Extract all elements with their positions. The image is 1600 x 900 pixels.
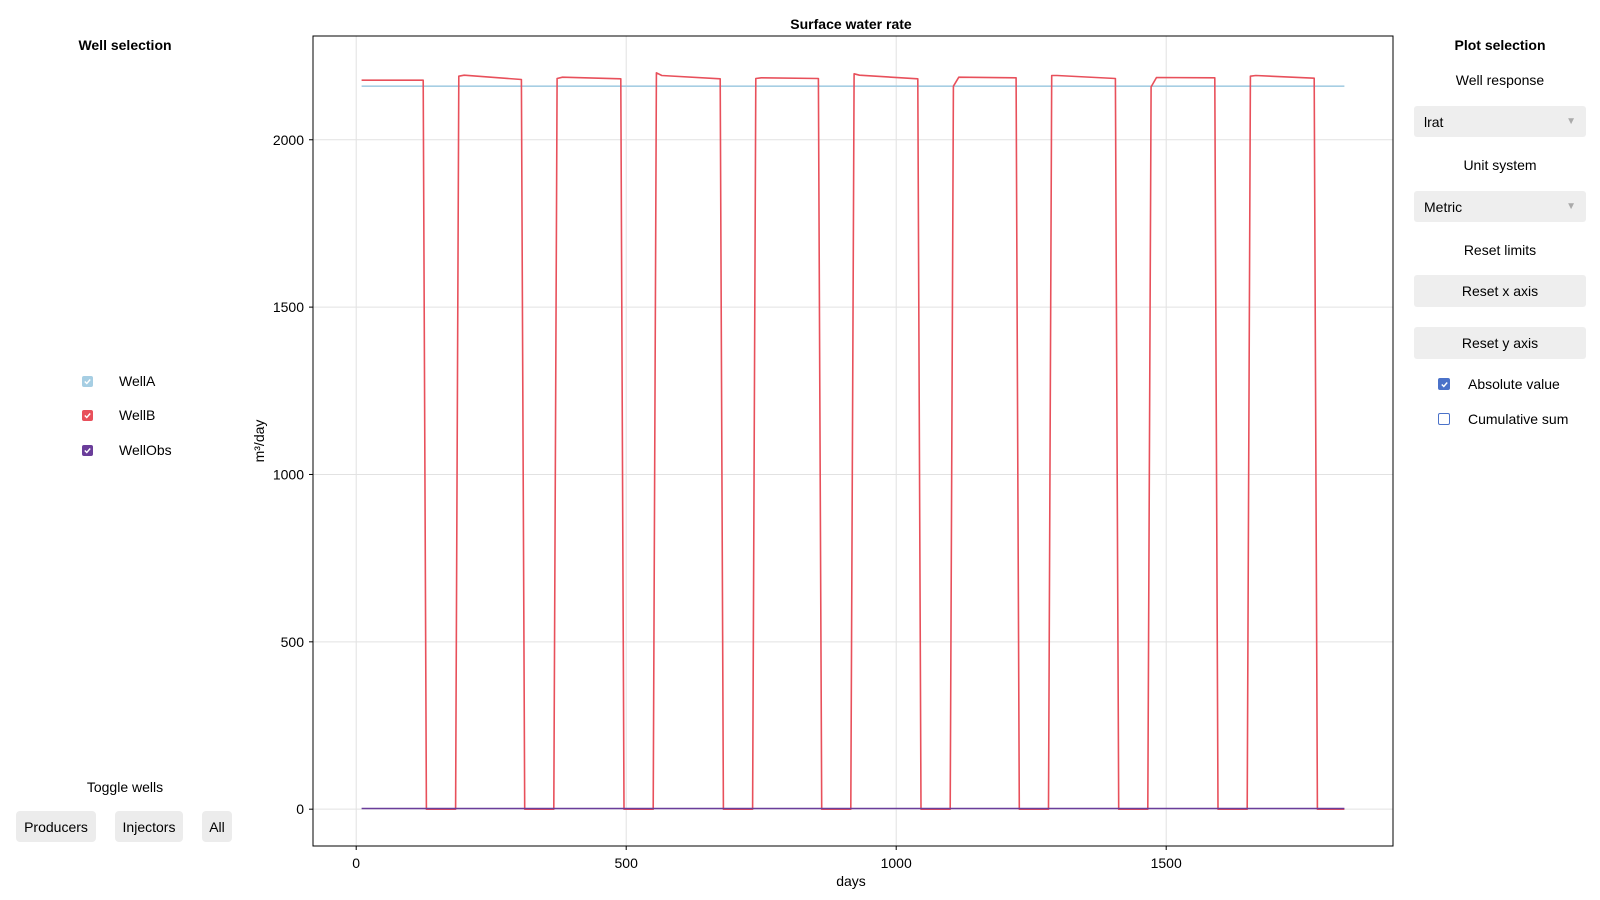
well-label: WellA xyxy=(119,373,156,389)
x-tick-label: 1500 xyxy=(1151,855,1182,871)
reset-limits-label: Reset limits xyxy=(1463,242,1537,258)
series-line-wellb xyxy=(361,72,1345,811)
checkbox-icon[interactable] xyxy=(82,444,93,456)
well-selection-panel: Well selection WellA WellB WellObs Toggl… xyxy=(0,0,250,900)
unit-system-value: Metric xyxy=(1424,198,1463,215)
checkbox-icon[interactable] xyxy=(82,375,93,387)
series-layer xyxy=(361,72,1345,811)
well-selection-title: Well selection xyxy=(78,37,172,53)
x-tick-label: 1000 xyxy=(881,855,912,871)
plot-selection-panel: Plot selection Well response lrat ▼ Unit… xyxy=(1410,0,1600,900)
injectors-button[interactable]: Injectors xyxy=(115,811,183,842)
toggle-wells-title: Toggle wells xyxy=(86,779,164,795)
y-tick-label: 500 xyxy=(281,634,305,650)
chart-title: Surface water rate xyxy=(790,16,912,32)
reset-y-axis-button[interactable]: Reset y axis xyxy=(1414,327,1586,359)
checkbox-unchecked-icon[interactable] xyxy=(1438,413,1450,425)
chevron-down-icon: ▼ xyxy=(1566,201,1576,212)
absolute-value-option[interactable]: Absolute value xyxy=(1438,374,1560,394)
chevron-down-icon: ▼ xyxy=(1566,116,1576,127)
reset-x-axis-button[interactable]: Reset x axis xyxy=(1414,275,1586,307)
unit-system-dropdown[interactable]: Metric ▼ xyxy=(1414,191,1586,222)
well-toggle-wella[interactable]: WellA xyxy=(82,371,155,391)
plot-selection-title: Plot selection xyxy=(1454,37,1546,53)
well-toggle-wellobs[interactable]: WellObs xyxy=(82,440,172,460)
checkbox-checked-icon[interactable] xyxy=(1438,378,1450,390)
well-response-label: Well response xyxy=(1455,72,1545,88)
cumulative-sum-option[interactable]: Cumulative sum xyxy=(1438,409,1568,429)
well-response-value: lrat xyxy=(1424,113,1444,130)
y-tick-label: 1000 xyxy=(273,466,304,482)
well-label: WellB xyxy=(119,407,156,423)
x-tick-label: 0 xyxy=(352,855,360,871)
all-button[interactable]: All xyxy=(202,811,232,842)
x-tick-label: 500 xyxy=(615,855,639,871)
unit-system-label: Unit system xyxy=(1463,157,1537,173)
well-toggle-wellb[interactable]: WellB xyxy=(82,405,155,425)
absolute-value-label: Absolute value xyxy=(1468,376,1560,392)
y-tick-label: 1500 xyxy=(273,299,304,315)
y-tick-label: 0 xyxy=(296,801,304,817)
well-label: WellObs xyxy=(119,442,172,458)
well-response-dropdown[interactable]: lrat ▼ xyxy=(1414,106,1586,137)
x-axis-label: days xyxy=(836,873,866,889)
y-axis-label: m³/day xyxy=(251,420,267,463)
producers-button[interactable]: Producers xyxy=(16,811,96,842)
cumulative-sum-label: Cumulative sum xyxy=(1468,411,1569,427)
checkbox-icon[interactable] xyxy=(82,409,93,421)
y-tick-label: 2000 xyxy=(273,132,304,148)
tick-layer: 0 500 1000 1500 0 500 1000 1500 2000 xyxy=(273,132,1182,871)
